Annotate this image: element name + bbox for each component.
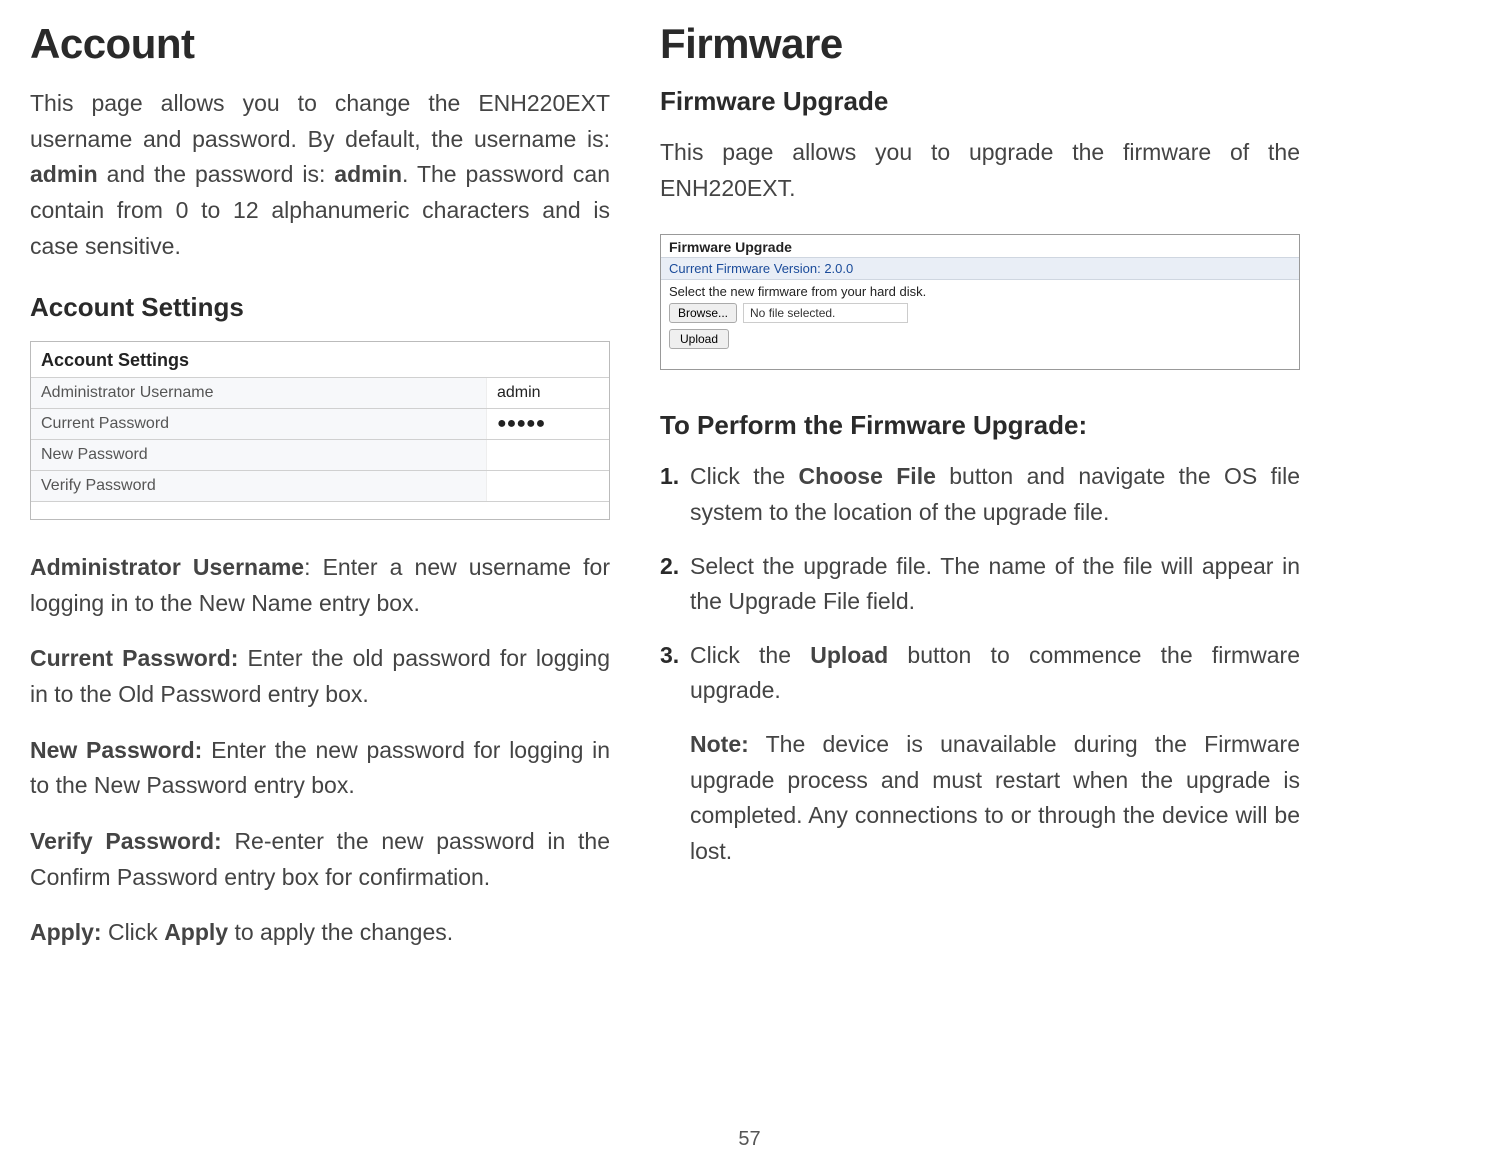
def-verify-password: Verify Password: Re-enter the new passwo… [30,824,610,895]
def-apply: Apply: Click Apply to apply the changes. [30,915,610,951]
step-number: 3. [660,638,679,674]
firmware-note: Note: The device is unavailable during t… [660,727,1300,870]
def-sep [222,828,235,854]
def-bold-mid: Apply [164,919,228,945]
def-current-password: Current Password: Enter the old password… [30,641,610,712]
page-columns: Account This page allows you to change t… [30,20,1499,971]
steps-list: 1. Click the Choose File button and navi… [660,459,1300,709]
def-term: Administrator Username [30,554,304,580]
current-password-input[interactable]: ●●●●● [486,409,609,439]
def-pre: Click [108,919,164,945]
step-pre: Select the upgrade file. The name of the… [690,553,1300,615]
table-row: New Password [31,439,609,470]
fw-panel-title: Firmware Upgrade [661,235,1299,258]
def-admin-username: Administrator Username: Enter a new user… [30,550,610,621]
intro-bold-1: admin [30,161,98,187]
left-column: Account This page allows you to change t… [30,20,610,971]
step-bold: Choose File [799,463,936,489]
intro-text-2: and the password is: [98,161,335,187]
def-sep [202,737,211,763]
table-row: Administrator Username admin [31,377,609,408]
verify-password-input[interactable] [486,471,609,501]
def-term: New Password: [30,737,202,763]
step-pre: Click the [690,642,810,668]
account-heading: Account [30,20,610,68]
step-3: 3. Click the Upload button to commence t… [660,638,1300,709]
def-new-password: New Password: Enter the new password for… [30,733,610,804]
def-post: to apply the changes. [228,919,453,945]
row-label: Verify Password [31,471,486,501]
def-term: Current Password: [30,645,238,671]
page-number: 57 [738,1128,760,1151]
table-row: Verify Password [31,470,609,501]
firmware-upgrade-heading: Firmware Upgrade [660,86,1300,117]
account-settings-table: Account Settings Administrator Username … [30,341,610,520]
def-sep: : [304,554,322,580]
row-label: New Password [31,440,486,470]
step-2: 2. Select the upgrade file. The name of … [660,549,1300,620]
table-padding [31,501,609,519]
step-number: 1. [660,459,679,495]
note-text: The device is unavailable during the Fir… [690,731,1300,864]
upload-button[interactable]: Upload [669,329,729,349]
file-selected-status: No file selected. [743,303,908,323]
def-term: Apply: [30,919,102,945]
fw-file-row: Browse... No file selected. [661,301,1299,325]
intro-text-1: This page allows you to change the ENH22… [30,90,610,152]
step-1: 1. Click the Choose File button and navi… [660,459,1300,530]
fw-select-instruction: Select the new firmware from your hard d… [661,280,1299,301]
step-number: 2. [660,549,679,585]
table-title: Account Settings [31,342,609,377]
browse-button[interactable]: Browse... [669,303,737,323]
row-label: Current Password [31,409,486,439]
definitions-list: Administrator Username: Enter a new user… [30,550,610,951]
step-bold: Upload [810,642,888,668]
firmware-heading: Firmware [660,20,1300,68]
steps-heading: To Perform the Firmware Upgrade: [660,410,1300,441]
firmware-upgrade-panel: Firmware Upgrade Current Firmware Versio… [660,234,1300,370]
fw-version-text: Current Firmware Version: 2.0.0 [661,258,1299,280]
admin-username-input[interactable]: admin [486,378,609,408]
account-intro: This page allows you to change the ENH22… [30,86,610,264]
table-row: Current Password ●●●●● [31,408,609,439]
firmware-intro: This page allows you to upgrade the firm… [660,135,1300,206]
note-label: Note: [690,731,749,757]
def-term: Verify Password: [30,828,222,854]
step-pre: Click the [690,463,799,489]
row-label: Administrator Username [31,378,486,408]
new-password-input[interactable] [486,440,609,470]
right-column: Firmware Firmware Upgrade This page allo… [660,20,1300,971]
def-sep [238,645,247,671]
account-settings-heading: Account Settings [30,292,610,323]
intro-bold-2: admin [334,161,402,187]
